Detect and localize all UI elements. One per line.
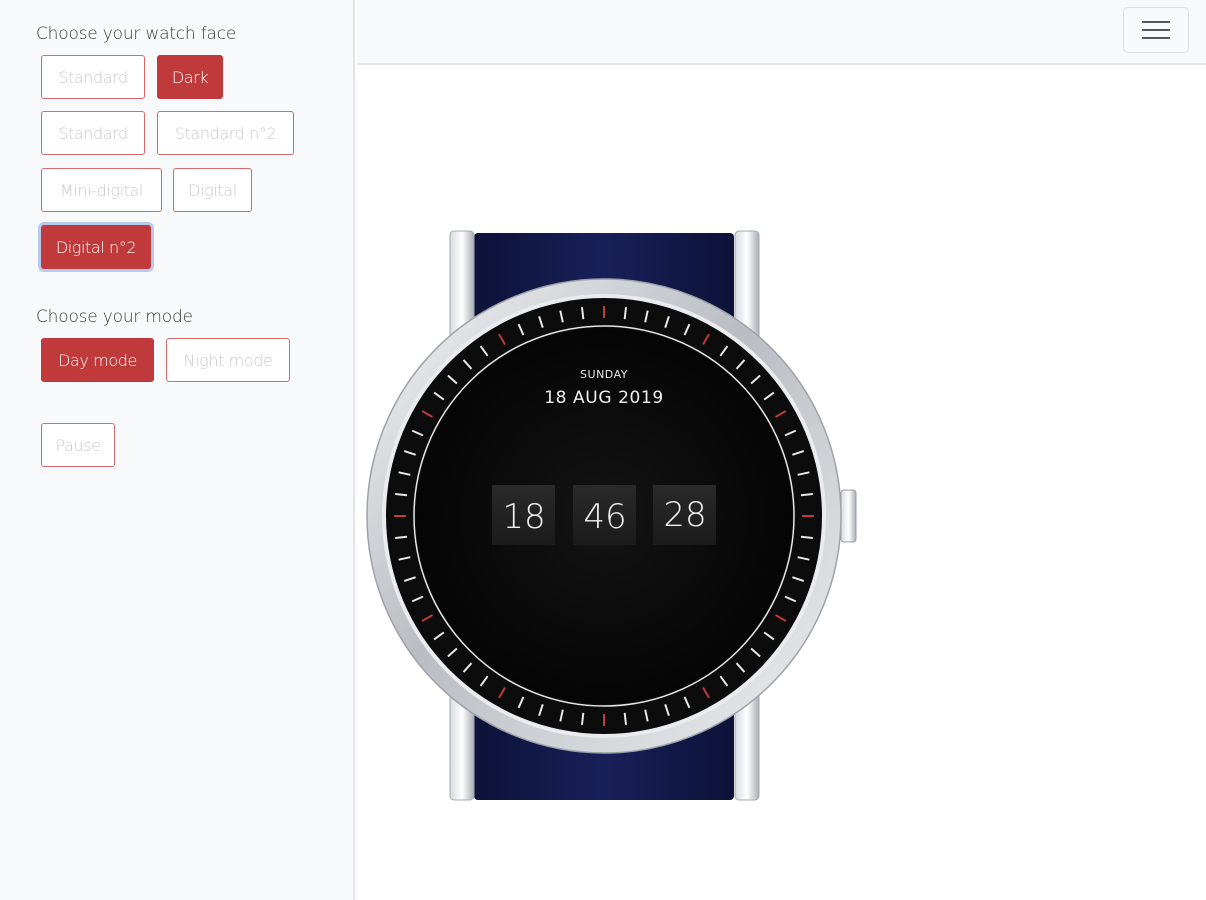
minute-tick [623,307,627,320]
minutes-value: 46 [583,497,626,537]
night-mode-button[interactable]: Night mode [166,338,290,382]
face-standard-button[interactable]: Standard [41,55,145,99]
menu-toggle-button[interactable] [1123,7,1189,53]
minute-tick [800,493,813,497]
face-digital-n2-button[interactable]: Digital n°2 [41,225,151,269]
hours-value: 18 [502,497,545,537]
mode-title: Choose your mode [36,307,193,327]
face-digital-button[interactable]: Digital [173,168,252,212]
minute-tick [800,535,813,539]
face-standard-n2-button[interactable]: Standard n°2 [157,111,294,155]
watch-crown [840,489,857,543]
face-standard-2-button[interactable]: Standard [41,111,145,155]
minute-tick [581,712,585,725]
face-mini-digital-button[interactable]: Mini-digital [41,168,162,212]
watch-face-title: Choose your watch face [36,24,237,44]
date-label: 18 AUG 2019 [544,388,664,408]
minute-tick [581,307,585,320]
pause-button[interactable]: Pause [41,423,115,467]
hamburger-icon [1142,21,1170,23]
seconds-value: 28 [663,495,706,535]
face-dark-button[interactable]: Dark [157,55,223,99]
minute-tick [395,535,408,539]
sidebar: Choose your watch face Standard Dark Sta… [0,0,355,900]
day-mode-button[interactable]: Day mode [41,338,154,382]
minute-tick [623,712,627,725]
weekday-label: SUNDAY [580,368,628,381]
top-navbar [357,0,1206,65]
minute-tick [395,493,408,497]
watch-face: SUNDAY 18 AUG 2019 18 46 28 [366,230,857,801]
